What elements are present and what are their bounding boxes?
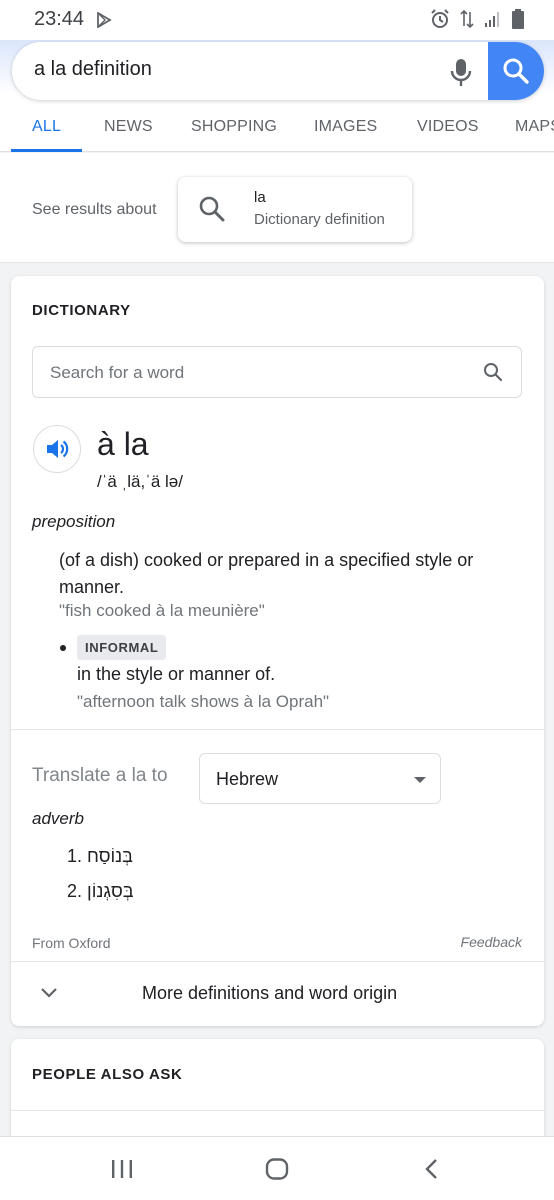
tab-news[interactable]: NEWS	[104, 118, 153, 136]
see-results-about: See results about la Dictionary definiti…	[0, 153, 554, 263]
tab-images[interactable]: IMAGES	[314, 118, 377, 136]
status-bar: 23:44	[0, 0, 554, 40]
dropdown-caret-icon	[414, 777, 426, 783]
system-nav-bar	[0, 1136, 554, 1200]
chip-title: la	[254, 189, 266, 206]
feedback-link[interactable]: Feedback	[461, 934, 522, 950]
search-tabs: ALL NEWS SHOPPING IMAGES VIDEOS MAPS	[0, 112, 554, 152]
translation-item: 2. בְּסִגְנוֹן	[67, 881, 134, 901]
see-results-label: See results about	[32, 201, 157, 218]
search-box[interactable]: a la definition	[12, 42, 544, 100]
source-label: From Oxford	[32, 935, 111, 951]
register-badge: INFORMAL	[77, 635, 167, 660]
example-1: "fish cooked à la meunière"	[59, 601, 265, 620]
example-2: "afternoon talk shows à la Oprah"	[77, 692, 330, 711]
search-button[interactable]	[488, 42, 544, 100]
tab-all[interactable]: ALL	[32, 118, 61, 136]
people-also-ask-card: PEOPLE ALSO ASK	[11, 1039, 544, 1149]
translation-part-of-speech: adverb	[32, 809, 84, 828]
word-search-placeholder: Search for a word	[50, 363, 185, 382]
pronunciation-text: /ˈä ˌlä,ˈä lə/	[97, 472, 183, 491]
entity-chip-la[interactable]: la Dictionary definition	[178, 177, 412, 242]
language-select-value: Hebrew	[216, 769, 279, 789]
translation-item: 1. בְּנוֹסַח	[67, 846, 133, 866]
tab-maps[interactable]: MAPS	[515, 118, 554, 136]
back-icon[interactable]	[424, 1158, 440, 1185]
language-select[interactable]: Hebrew	[199, 753, 441, 804]
search-icon	[198, 195, 226, 228]
data-transfer-icon	[460, 9, 474, 34]
active-tab-indicator	[11, 149, 82, 152]
tab-videos[interactable]: VIDEOS	[417, 118, 479, 136]
divider	[11, 729, 544, 730]
dictionary-card: DICTIONARY Search for a word à la /ˈä ˌl…	[11, 276, 544, 1026]
more-definitions-button[interactable]: More definitions and word origin	[11, 962, 544, 1026]
search-header: a la definition ALL NEWS SHOPPING IMAGES…	[0, 40, 554, 152]
bullet	[60, 645, 66, 651]
search-input[interactable]: a la definition	[34, 58, 152, 81]
chip-subtitle: Dictionary definition	[254, 211, 385, 228]
battery-icon	[512, 9, 524, 34]
translate-label: Translate a la to	[32, 765, 168, 786]
pronunciation-button[interactable]	[33, 425, 81, 473]
signal-icon	[484, 10, 502, 33]
divider	[11, 1110, 544, 1111]
search-icon[interactable]	[483, 362, 503, 387]
status-time: 23:44	[34, 8, 85, 30]
home-icon[interactable]	[265, 1158, 289, 1185]
dictionary-heading: DICTIONARY	[32, 302, 131, 319]
headword: à la	[97, 426, 149, 462]
word-search-input[interactable]: Search for a word	[32, 346, 522, 398]
tab-shopping[interactable]: SHOPPING	[191, 118, 277, 136]
definition-2: in the style or manner of.	[77, 664, 276, 684]
microphone-icon[interactable]	[444, 55, 478, 89]
chevron-down-icon	[39, 986, 59, 1005]
part-of-speech: preposition	[32, 512, 116, 531]
speaker-icon	[47, 440, 69, 458]
alarm-icon	[430, 9, 450, 34]
recent-apps-icon[interactable]	[111, 1159, 133, 1184]
definition-1: (of a dish) cooked or prepared in a spec…	[59, 550, 474, 597]
search-icon	[503, 58, 529, 84]
more-definitions-label: More definitions and word origin	[142, 983, 398, 1003]
play-store-icon	[96, 11, 112, 33]
people-also-ask-heading: PEOPLE ALSO ASK	[32, 1066, 183, 1083]
